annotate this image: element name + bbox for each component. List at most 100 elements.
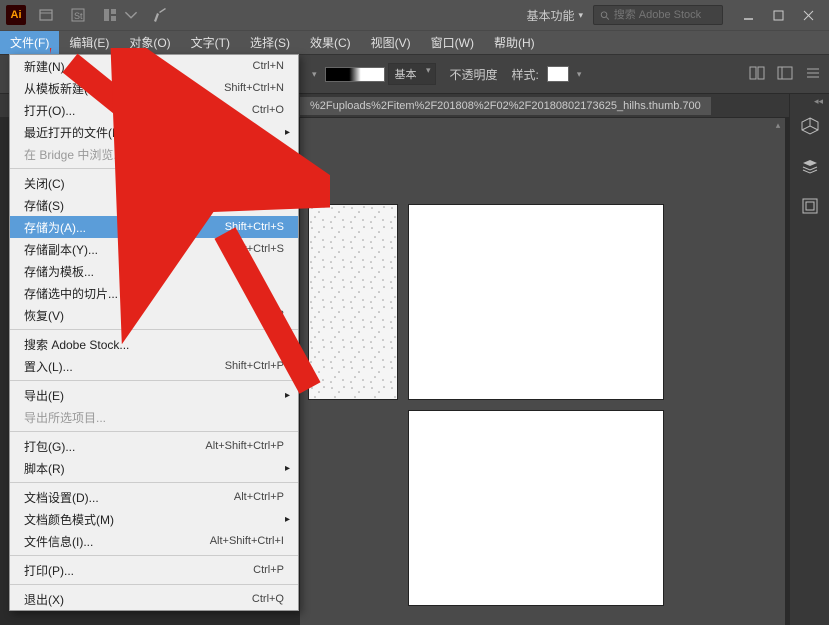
preferences-icon[interactable] (777, 66, 793, 83)
panel-menu-icon[interactable] (805, 66, 821, 83)
menu-item[interactable]: 存储副本(Y)...Alt+Ctrl+S (10, 238, 298, 260)
menu-item[interactable]: 存储(S)Ctrl+S (10, 194, 298, 216)
layers-panel-icon[interactable] (798, 154, 822, 178)
panel-collapse-icon[interactable]: ◂◂ (814, 96, 823, 107)
style-swatch[interactable] (547, 66, 569, 82)
minimize-button[interactable] (733, 3, 763, 27)
menu-item[interactable]: 关闭(C)Ctrl+W (10, 172, 298, 194)
document-tab[interactable]: %2Fuploads%2Fitem%2F201808%2F02%2F201808… (300, 97, 711, 115)
menu-separator (10, 380, 298, 381)
menu-item-label: 新建(N)... (24, 58, 253, 75)
menu-item[interactable]: 打包(G)...Alt+Shift+Ctrl+P (10, 435, 298, 457)
scroll-up-icon[interactable]: ▴ (771, 118, 785, 132)
menu-item[interactable]: 存储选中的切片... (10, 282, 298, 304)
search-input[interactable] (614, 9, 716, 21)
doc-setup-icon[interactable] (749, 66, 765, 83)
menu-item-label: 关闭(C) (24, 175, 250, 192)
workspace-switcher[interactable]: 基本功能 ▾ (516, 3, 593, 28)
chevron-down-icon[interactable]: ▾ (312, 69, 317, 80)
menu-item-shortcut: Shift+Ctrl+N (224, 82, 284, 94)
menu-item[interactable]: 恢复(V)F12 (10, 304, 298, 326)
brush-icon[interactable] (148, 4, 172, 26)
artboard-3[interactable] (408, 410, 664, 606)
menu-item-label: 文档颜色模式(M) (24, 511, 284, 528)
menu-对象o[interactable]: 对象(O) (119, 31, 180, 54)
menu-item-label: 打印(P)... (24, 562, 253, 579)
menu-item-label: 存储(S) (24, 197, 253, 214)
artboard-2[interactable] (408, 204, 664, 400)
menu-编辑e[interactable]: 编辑(E) (59, 31, 119, 54)
menu-separator (10, 329, 298, 330)
menu-item-label: 搜索 Adobe Stock... (24, 336, 284, 353)
menu-item[interactable]: 从模板新建(T)...Shift+Ctrl+N (10, 77, 298, 99)
search-icon (600, 10, 610, 21)
artboard-1[interactable] (308, 204, 398, 400)
menu-item: 在 Bridge 中浏览...Alt+Ctrl+O (10, 143, 298, 165)
menu-item-shortcut: Ctrl+S (253, 199, 284, 211)
menu-item[interactable]: 脚本(R) (10, 457, 298, 479)
menu-item-shortcut: Shift+Ctrl+S (225, 221, 284, 233)
canvas[interactable]: ▴ (300, 118, 785, 625)
chevron-down-icon[interactable]: ▾ (577, 69, 582, 80)
menu-item[interactable]: 存储为模板... (10, 260, 298, 282)
menu-item[interactable]: 打印(P)...Ctrl+P (10, 559, 298, 581)
menu-item-shortcut: F12 (265, 309, 284, 321)
menu-item[interactable]: 打开(O)...Ctrl+O (10, 99, 298, 121)
menu-item[interactable]: 搜索 Adobe Stock... (10, 333, 298, 355)
menu-item[interactable]: 退出(X)Ctrl+Q (10, 588, 298, 610)
chevron-down-icon: ▾ (578, 10, 583, 21)
menu-item-label: 打开(O)... (24, 102, 252, 119)
menu-item-shortcut: Alt+Shift+Ctrl+I (210, 535, 284, 547)
chevron-down-icon[interactable] (124, 4, 138, 26)
style-label: 样式: (512, 66, 539, 83)
svg-text:St: St (74, 11, 83, 21)
menu-separator (10, 555, 298, 556)
stock-icon[interactable]: St (66, 4, 90, 26)
title-bar: Ai St 基本功能 ▾ (0, 0, 829, 30)
maximize-button[interactable] (763, 3, 793, 27)
stroke-gradient-swatch (325, 67, 385, 82)
app-icon: Ai (6, 5, 26, 25)
menu-item[interactable]: 存储为(A)...Shift+Ctrl+S (10, 216, 298, 238)
menu-item-label: 打包(G)... (24, 438, 205, 455)
menu-item-shortcut: Ctrl+P (253, 564, 284, 576)
libraries-panel-icon[interactable] (798, 194, 822, 218)
arrange-icon[interactable] (98, 4, 122, 26)
menu-item-label: 存储选中的切片... (24, 285, 284, 302)
menu-文字t[interactable]: 文字(T) (181, 31, 240, 54)
bridge-icon[interactable] (34, 4, 58, 26)
menu-bar: 文件(F)编辑(E)对象(O)文字(T)选择(S)效果(C)视图(V)窗口(W)… (0, 30, 829, 54)
menu-效果c[interactable]: 效果(C) (300, 31, 361, 54)
menu-帮助h[interactable]: 帮助(H) (484, 31, 545, 54)
menu-item-label: 存储为模板... (24, 263, 284, 280)
properties-panel-icon[interactable] (798, 114, 822, 138)
menu-item[interactable]: 文档设置(D)...Alt+Ctrl+P (10, 486, 298, 508)
menu-item[interactable]: 置入(L)...Shift+Ctrl+P (10, 355, 298, 377)
menu-item-shortcut: Ctrl+O (252, 104, 284, 116)
menu-item-shortcut: Alt+Shift+Ctrl+P (205, 440, 284, 452)
menu-item[interactable]: 新建(N)...Ctrl+N (10, 55, 298, 77)
menu-separator (10, 168, 298, 169)
menu-文件f[interactable]: 文件(F) (0, 31, 59, 54)
right-panel-dock: ◂◂ (789, 94, 829, 625)
menu-item-label: 在 Bridge 中浏览... (24, 146, 233, 163)
menu-item[interactable]: 最近打开的文件(F) (10, 121, 298, 143)
menu-视图v[interactable]: 视图(V) (361, 31, 421, 54)
menu-item-shortcut: Ctrl+W (250, 177, 284, 189)
close-button[interactable] (793, 3, 823, 27)
menu-选择s[interactable]: 选择(S) (240, 31, 300, 54)
stroke-preset-select[interactable]: 基本 (388, 63, 436, 85)
stock-search[interactable] (593, 5, 723, 25)
menu-item: 导出所选项目... (10, 406, 298, 428)
menu-item-label: 存储为(A)... (24, 219, 225, 236)
opacity-label: 不透明度 (450, 66, 498, 83)
menu-item[interactable]: 文件信息(I)...Alt+Shift+Ctrl+I (10, 530, 298, 552)
menu-item-label: 导出所选项目... (24, 409, 284, 426)
stroke-style[interactable]: 基本 (325, 63, 436, 85)
menu-窗口w[interactable]: 窗口(W) (421, 31, 484, 54)
menu-item[interactable]: 导出(E) (10, 384, 298, 406)
menu-item-label: 存储副本(Y)... (24, 241, 234, 258)
menu-item-shortcut: Ctrl+Q (252, 593, 284, 605)
menu-item[interactable]: 文档颜色模式(M) (10, 508, 298, 530)
menu-item-shortcut: Shift+Ctrl+P (225, 360, 284, 372)
